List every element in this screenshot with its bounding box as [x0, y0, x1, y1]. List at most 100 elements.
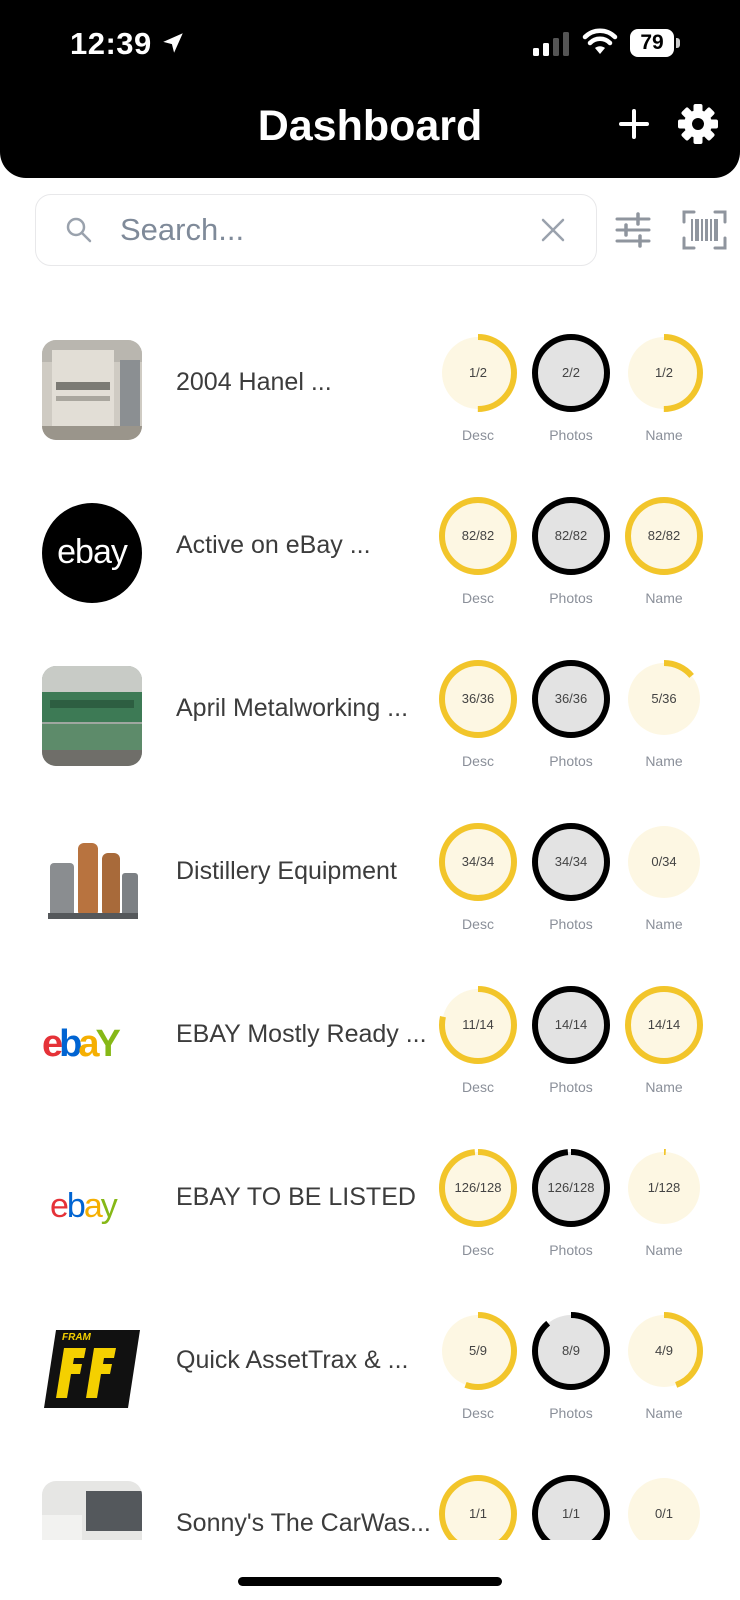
- photos-count: 1/1: [561, 1506, 581, 1521]
- name-ring: 82/82: [624, 496, 704, 576]
- desc-caption: Desc: [462, 1079, 494, 1095]
- svg-text:ebaY: ebaY: [42, 1023, 121, 1065]
- desc-count: 5/9: [468, 1343, 488, 1358]
- name-caption: Name: [645, 1079, 683, 1095]
- filter-sliders-icon[interactable]: [614, 210, 652, 250]
- item-name: 2004 Hanel ...: [176, 368, 332, 396]
- item-name: Quick AssetTrax & ...: [176, 1346, 409, 1374]
- photos-ring: 36/36: [531, 659, 611, 739]
- desc-count: 82/82: [461, 528, 495, 543]
- photos-caption: Photos: [549, 1405, 593, 1421]
- desc-ring: 1/1: [438, 1474, 518, 1540]
- item-thumbnail: [42, 666, 142, 766]
- item-name: EBAY Mostly Ready ...: [176, 1020, 427, 1048]
- name-count: 5/36: [651, 691, 677, 706]
- project-list: 2004 Hanel ... 1/2 2/2 1/2 Desc Photos N…: [0, 310, 740, 1540]
- gear-icon[interactable]: [676, 102, 720, 146]
- name-caption: Name: [645, 916, 683, 932]
- name-count: 4/9: [654, 1343, 674, 1358]
- desc-caption: Desc: [462, 1405, 494, 1421]
- photos-caption: Photos: [549, 590, 593, 606]
- photos-caption: Photos: [549, 1079, 593, 1095]
- barcode-scanner-icon[interactable]: [682, 210, 727, 250]
- photos-count: 82/82: [554, 528, 588, 543]
- name-count: 14/14: [647, 1017, 681, 1032]
- photos-caption: Photos: [549, 916, 593, 932]
- name-count: 1/2: [654, 365, 674, 380]
- name-ring: 1/2: [624, 333, 704, 413]
- photos-ring: 14/14: [531, 985, 611, 1065]
- name-ring: 5/36: [624, 659, 704, 739]
- name-count: 0/34: [651, 854, 677, 869]
- name-ring: 0/1: [624, 1474, 704, 1540]
- desc-caption: Desc: [462, 590, 494, 606]
- photos-count: 126/128: [547, 1180, 595, 1195]
- photos-count: 2/2: [561, 365, 581, 380]
- clear-icon[interactable]: [538, 215, 568, 245]
- desc-count: 1/2: [468, 365, 488, 380]
- desc-count: 36/36: [461, 691, 495, 706]
- list-item[interactable]: Distillery Equipment 34/34 34/34 0/34 De…: [0, 799, 740, 962]
- name-count: 82/82: [647, 528, 681, 543]
- name-caption: Name: [645, 1405, 683, 1421]
- status-time: 12:39: [70, 26, 152, 61]
- cellular-signal-icon: [533, 32, 569, 56]
- photos-caption: Photos: [549, 427, 593, 443]
- item-name: April Metalworking ...: [176, 694, 409, 722]
- desc-count: 1/1: [468, 1506, 488, 1521]
- name-caption: Name: [645, 753, 683, 769]
- desc-ring: 1/2: [438, 333, 518, 413]
- list-item[interactable]: FRAM Quick AssetTrax & ... 5/9 8/9 4/9 D…: [0, 1288, 740, 1451]
- photos-count: 34/34: [554, 854, 588, 869]
- photos-count: 14/14: [554, 1017, 588, 1032]
- desc-count: 34/34: [461, 854, 495, 869]
- list-item[interactable]: ebay EBAY TO BE LISTED 126/128 126/128 1…: [0, 1125, 740, 1288]
- item-name: EBAY TO BE LISTED: [176, 1183, 416, 1211]
- fram-logo: FRAM: [42, 1318, 142, 1418]
- photos-ring: 8/9: [531, 1311, 611, 1391]
- desc-ring: 5/9: [438, 1311, 518, 1391]
- item-thumbnail: [42, 1481, 142, 1540]
- list-item[interactable]: ebaY EBAY Mostly Ready ... 11/14 14/14 1…: [0, 962, 740, 1125]
- name-ring: 1/128: [624, 1148, 704, 1228]
- name-caption: Name: [645, 590, 683, 606]
- photos-ring: 82/82: [531, 496, 611, 576]
- photos-ring: 2/2: [531, 333, 611, 413]
- add-icon[interactable]: [612, 102, 656, 146]
- name-ring: 4/9: [624, 1311, 704, 1391]
- desc-caption: Desc: [462, 753, 494, 769]
- item-thumbnail: [42, 829, 142, 929]
- home-indicator: [238, 1577, 502, 1586]
- list-item[interactable]: April Metalworking ... 36/36 36/36 5/36 …: [0, 636, 740, 799]
- list-item[interactable]: Sonny's The CarWas... 1/1 1/1 0/1: [0, 1451, 740, 1540]
- photos-ring: 126/128: [531, 1148, 611, 1228]
- name-ring: 14/14: [624, 985, 704, 1065]
- search-input[interactable]: [120, 205, 520, 255]
- desc-ring: 34/34: [438, 822, 518, 902]
- list-item[interactable]: 2004 Hanel ... 1/2 2/2 1/2 Desc Photos N…: [0, 310, 740, 473]
- ebay-classic-logo: ebaY: [42, 992, 142, 1092]
- wifi-icon: [582, 28, 618, 54]
- desc-count: 11/14: [462, 1017, 494, 1032]
- desc-caption: Desc: [462, 916, 494, 932]
- list-item[interactable]: ebay Active on eBay ... 82/82 82/82 82/8…: [0, 473, 740, 636]
- item-name: Distillery Equipment: [176, 857, 397, 885]
- ebay-logo-color: ebay: [42, 1155, 142, 1255]
- search-icon: [66, 217, 92, 243]
- fram-logo-text: FRAM: [62, 1332, 91, 1343]
- photos-ring: 1/1: [531, 1474, 611, 1540]
- desc-ring: 82/82: [438, 496, 518, 576]
- ebay-logo-text: ebay: [57, 533, 128, 571]
- name-ring: 0/34: [624, 822, 704, 902]
- location-arrow-icon: [163, 33, 183, 53]
- battery-level: 79: [630, 29, 674, 57]
- desc-ring: 126/128: [438, 1148, 518, 1228]
- search-box[interactable]: [35, 194, 597, 266]
- desc-ring: 11/14: [438, 985, 518, 1065]
- item-thumbnail: [42, 340, 142, 440]
- desc-caption: Desc: [462, 427, 494, 443]
- name-caption: Name: [645, 427, 683, 443]
- photos-count: 36/36: [554, 691, 588, 706]
- app-header: 12:39 79 Dashboard: [0, 0, 740, 178]
- battery-cap: [676, 38, 680, 48]
